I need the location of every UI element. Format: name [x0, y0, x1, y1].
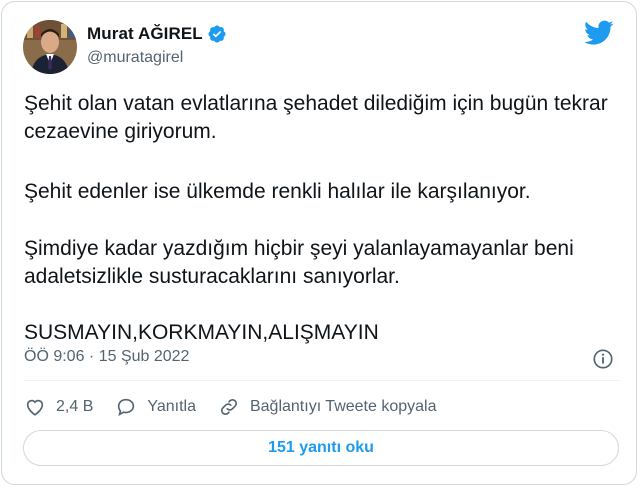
- tweet-timestamp[interactable]: ÖÖ 9:06 · 15 Şub 2022: [24, 348, 189, 366]
- avatar-photo-icon: [23, 20, 77, 74]
- reply-label: Yanıtla: [147, 398, 196, 415]
- reply-button[interactable]: Yanıtla: [115, 396, 196, 418]
- like-count: 2,4 B: [56, 398, 94, 415]
- copy-link-button[interactable]: Bağlantıyı Tweete kopyala: [218, 396, 437, 418]
- avatar[interactable]: [23, 20, 77, 74]
- author-handle[interactable]: @muratagirel: [87, 49, 183, 67]
- divider: [23, 380, 619, 381]
- tweet-paragraph: Şehit edenler ise ülkemde renkli halılar…: [24, 180, 531, 203]
- tweet-paragraph: Şehit olan vatan evlatlarına şehadet dil…: [24, 92, 608, 143]
- link-icon: [220, 398, 238, 416]
- tweet-actions: 2,4 B Yanıtla Bağlantıyı Tweete kopyala: [24, 396, 458, 418]
- copy-link-label: Bağlantıyı Tweete kopyala: [249, 398, 437, 415]
- info-icon[interactable]: [592, 348, 614, 370]
- tweet-paragraph: SUSMAYIN,KORKMAYIN,ALIŞMAYIN: [24, 321, 379, 344]
- twitter-bird-icon[interactable]: [584, 20, 614, 46]
- like-button[interactable]: 2,4 B: [24, 396, 93, 418]
- author-display-name[interactable]: Murat AĞIREL: [87, 24, 203, 44]
- heart-icon: [26, 399, 44, 416]
- author-name-row[interactable]: Murat AĞIREL: [87, 24, 227, 44]
- tweet-paragraph: Şimdiye kadar yazdığım hiçbir şeyi yalan…: [24, 237, 574, 288]
- reply-bubble-icon: [118, 398, 135, 416]
- verified-badge-icon: [208, 25, 226, 43]
- tweet-card: Murat AĞIREL @muratagirel Şehit olan vat…: [1, 1, 637, 485]
- read-replies-button[interactable]: 151 yanıtı oku: [23, 430, 619, 466]
